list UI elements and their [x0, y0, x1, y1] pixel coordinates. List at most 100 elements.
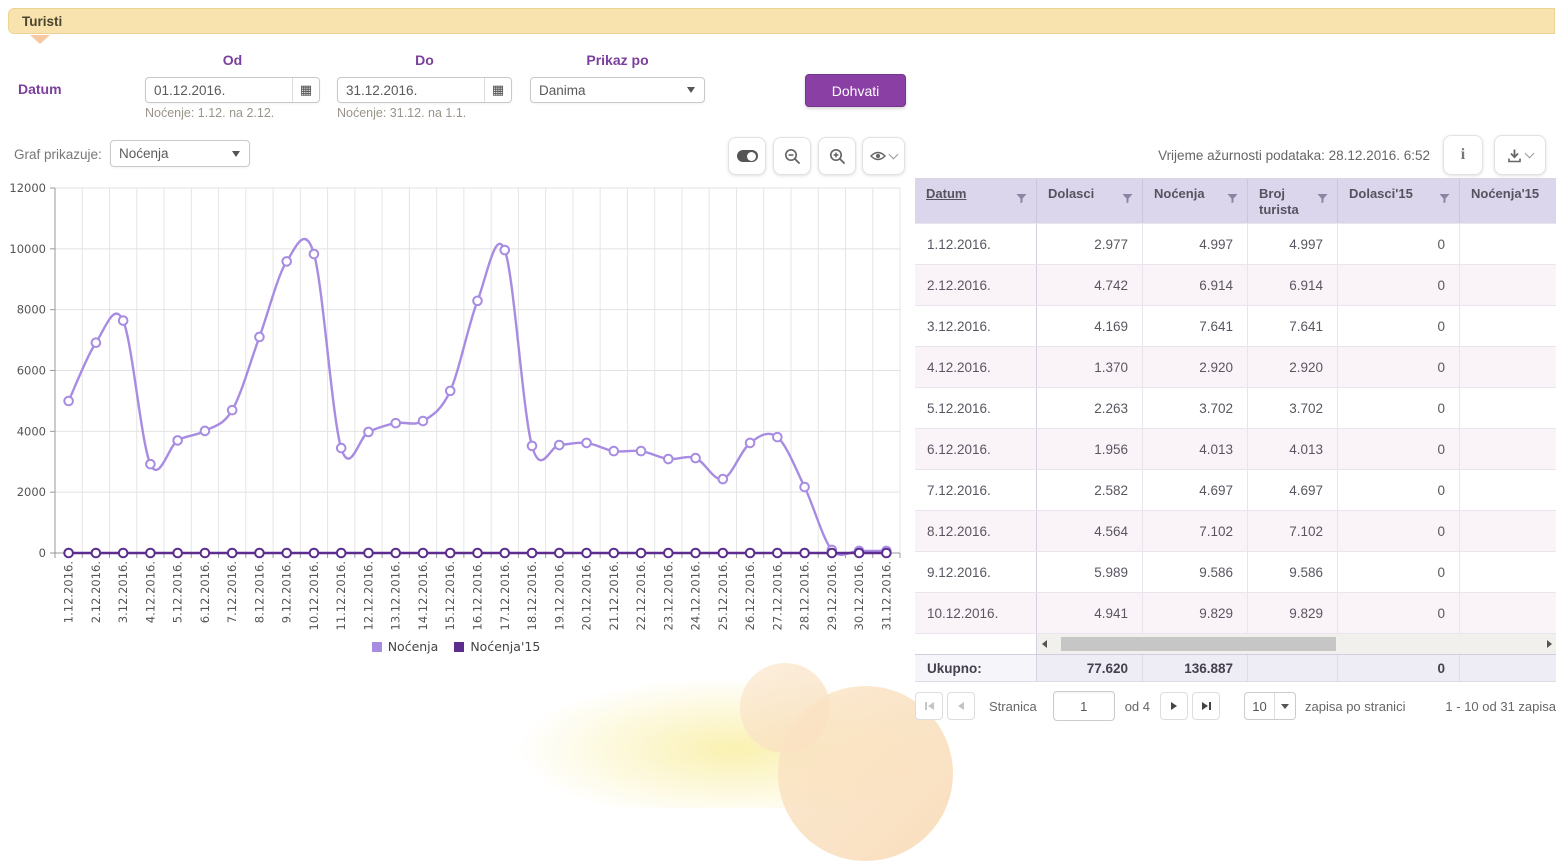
- filter-icon[interactable]: [1122, 193, 1133, 204]
- filter-icon[interactable]: [1317, 193, 1328, 204]
- svg-text:27.12.2016.: 27.12.2016.: [770, 561, 784, 631]
- date-from-input[interactable]: [146, 83, 292, 98]
- chevron-down-icon: [1281, 704, 1289, 709]
- scroll-left-button[interactable]: [1037, 634, 1051, 654]
- table-row[interactable]: 9.12.2016.5.9899.5869.5860: [915, 551, 1556, 592]
- column-header[interactable]: Broj turista: [1248, 179, 1338, 223]
- cell-value: [1460, 388, 1556, 428]
- dohvati-button[interactable]: Dohvati: [805, 74, 906, 107]
- prev-page-button[interactable]: [947, 692, 975, 720]
- pagination-bar: Stranica od 4 10 zapisa po stranici 1 - …: [915, 691, 1556, 721]
- cell-value: 9.586: [1143, 552, 1248, 592]
- cell-datum: 8.12.2016.: [915, 511, 1037, 551]
- table-row[interactable]: 2.12.2016.4.7426.9146.9140: [915, 264, 1556, 305]
- date-to-input[interactable]: [338, 83, 484, 98]
- cell-datum: 7.12.2016.: [915, 470, 1037, 510]
- cell-value: 2.920: [1248, 347, 1338, 387]
- prikaz-po-select[interactable]: Danima: [530, 77, 705, 103]
- table-row[interactable]: 10.12.2016.4.9419.8299.8290: [915, 592, 1556, 633]
- zoom-in-button[interactable]: [818, 137, 856, 175]
- table-row[interactable]: 8.12.2016.4.5647.1027.1020: [915, 510, 1556, 551]
- svg-text:22.12.2016.: 22.12.2016.: [634, 561, 648, 631]
- export-button[interactable]: [1494, 135, 1546, 175]
- cell-datum: 10.12.2016.: [915, 593, 1037, 633]
- info-button[interactable]: i: [1443, 135, 1483, 175]
- cell-value: 5.989: [1037, 552, 1143, 592]
- footer-value: [1248, 655, 1338, 681]
- svg-text:26.12.2016.: 26.12.2016.: [743, 561, 757, 631]
- column-header-label: Broj turista: [1259, 186, 1299, 217]
- svg-text:7.12.2016.: 7.12.2016.: [225, 561, 239, 623]
- svg-text:25.12.2016.: 25.12.2016.: [716, 561, 730, 631]
- table-row[interactable]: 1.12.2016.2.9774.9974.9970: [915, 223, 1556, 264]
- svg-text:12000: 12000: [9, 182, 46, 195]
- cell-value: 4.564: [1037, 511, 1143, 551]
- column-header[interactable]: Datum: [915, 179, 1037, 223]
- cell-datum: 4.12.2016.: [915, 347, 1037, 387]
- section-tab-turisti[interactable]: Turisti: [8, 8, 1555, 34]
- series-visibility-button[interactable]: [862, 137, 905, 175]
- first-page-button[interactable]: [915, 692, 943, 720]
- chart-toggle-button[interactable]: [728, 137, 766, 175]
- calendar-button-to[interactable]: ▦: [484, 78, 511, 102]
- horizontal-scrollbar: [915, 633, 1556, 654]
- column-header[interactable]: Noćenja'15: [1460, 179, 1556, 223]
- od-note: Noćenje: 1.12. na 2.12.: [145, 106, 274, 120]
- table-row[interactable]: 6.12.2016.1.9564.0134.0130: [915, 428, 1556, 469]
- calendar-button-from[interactable]: ▦: [292, 78, 319, 102]
- zoom-out-button[interactable]: [773, 137, 811, 175]
- legend-item[interactable]: Noćenja'15: [454, 639, 540, 654]
- filter-icon[interactable]: [1016, 193, 1027, 204]
- column-header[interactable]: Dolasci'15: [1338, 179, 1460, 223]
- table-header: DatumDolasciNoćenja Broj turista Dolasci'1…: [915, 179, 1556, 223]
- cell-value: 4.997: [1143, 224, 1248, 264]
- calendar-icon: ▦: [300, 84, 312, 97]
- graf-prikazuje-value: Noćenja: [111, 146, 232, 161]
- page-number-input[interactable]: [1053, 691, 1115, 721]
- scroll-right-button[interactable]: [1542, 634, 1556, 654]
- svg-text:17.12.2016.: 17.12.2016.: [498, 561, 512, 631]
- zoom-out-icon: [784, 148, 801, 165]
- download-icon: [1507, 148, 1522, 163]
- svg-text:29.12.2016.: 29.12.2016.: [825, 561, 839, 631]
- page-size-select[interactable]: 10: [1244, 692, 1296, 720]
- cell-value: 4.169: [1037, 306, 1143, 346]
- prikaz-po-label: Prikaz po: [530, 52, 705, 68]
- column-header[interactable]: Dolasci: [1037, 179, 1143, 223]
- cell-value: 4.697: [1248, 470, 1338, 510]
- table-row[interactable]: 3.12.2016.4.1697.6417.6410: [915, 305, 1556, 346]
- graf-prikazuje-select[interactable]: Noćenja: [110, 140, 250, 167]
- table-row[interactable]: 7.12.2016.2.5824.6974.6970: [915, 469, 1556, 510]
- date-from-field: ▦: [145, 77, 320, 103]
- chart-canvas[interactable]: 0200040006000800010000120001.12.2016.2.1…: [0, 182, 912, 670]
- page-count-label: od 4: [1125, 699, 1150, 714]
- cell-value: 0: [1338, 265, 1460, 305]
- cell-value: 2.977: [1037, 224, 1143, 264]
- next-page-button[interactable]: [1160, 692, 1188, 720]
- filter-icon[interactable]: [1439, 193, 1450, 204]
- chevron-down-icon: [889, 150, 899, 160]
- cell-datum: 2.12.2016.: [915, 265, 1037, 305]
- table-row[interactable]: 4.12.2016.1.3702.9202.9200: [915, 346, 1556, 387]
- table-row[interactable]: 5.12.2016.2.2633.7023.7020: [915, 387, 1556, 428]
- svg-text:3.12.2016.: 3.12.2016.: [116, 561, 130, 623]
- svg-text:18.12.2016.: 18.12.2016.: [525, 561, 539, 631]
- svg-text:13.12.2016.: 13.12.2016.: [389, 561, 403, 631]
- cell-value: 4.013: [1248, 429, 1338, 469]
- cell-value: 0: [1338, 470, 1460, 510]
- last-page-button[interactable]: [1192, 692, 1220, 720]
- svg-text:23.12.2016.: 23.12.2016.: [661, 561, 675, 631]
- cell-value: 0: [1338, 593, 1460, 633]
- cell-value: 9.829: [1143, 593, 1248, 633]
- scrollbar-thumb[interactable]: [1061, 637, 1336, 651]
- cell-datum: 3.12.2016.: [915, 306, 1037, 346]
- filter-icon[interactable]: [1227, 193, 1238, 204]
- scrollbar-track[interactable]: [1051, 634, 1542, 654]
- column-header[interactable]: Noćenja: [1143, 179, 1248, 223]
- cell-value: 7.102: [1143, 511, 1248, 551]
- cell-value: [1460, 306, 1556, 346]
- cell-value: 4.697: [1143, 470, 1248, 510]
- legend-item[interactable]: Noćenja: [372, 639, 439, 654]
- cell-datum: 6.12.2016.: [915, 429, 1037, 469]
- svg-text:4.12.2016.: 4.12.2016.: [143, 561, 157, 623]
